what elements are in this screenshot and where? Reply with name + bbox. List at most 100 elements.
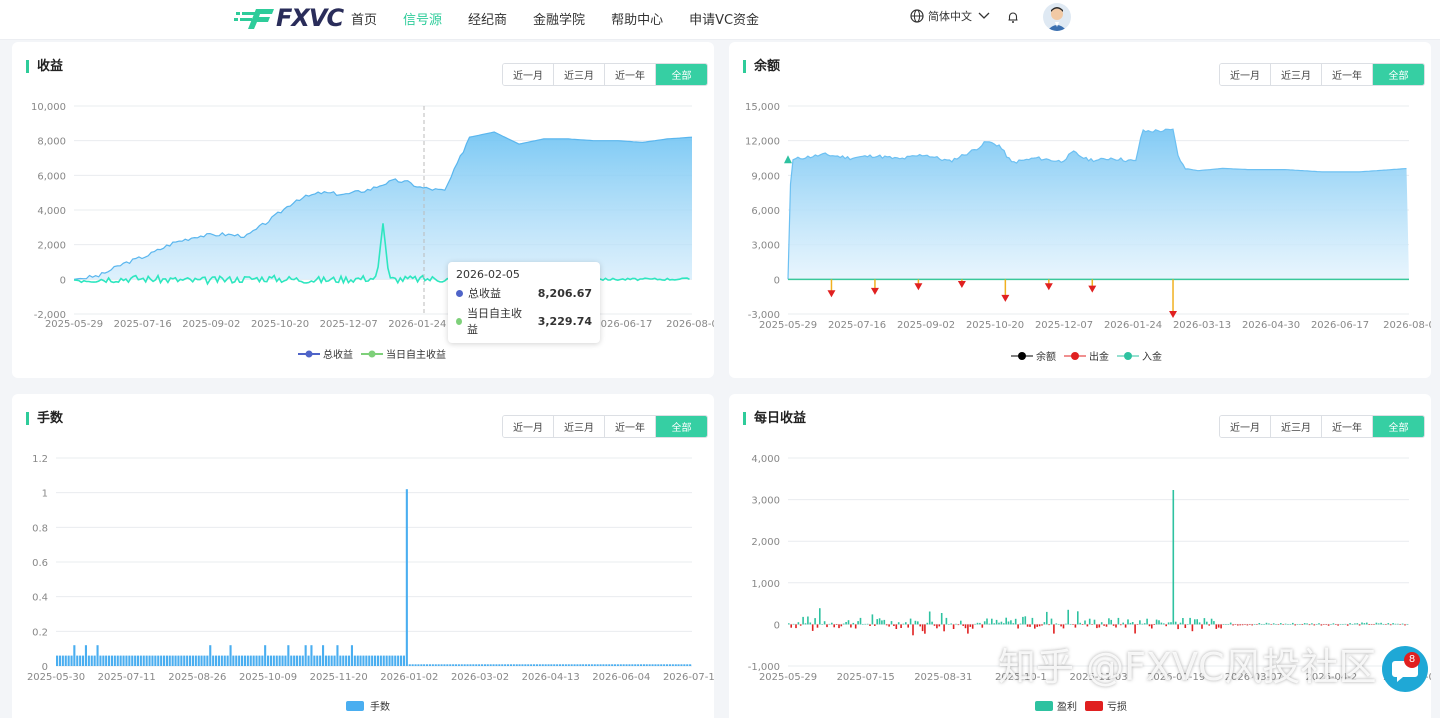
loss-bar bbox=[921, 624, 924, 632]
legend-item[interactable]: 亏损 bbox=[1085, 698, 1127, 713]
chat-button[interactable] bbox=[1382, 646, 1428, 692]
profit-bar bbox=[909, 618, 912, 625]
lots-bar bbox=[561, 664, 564, 666]
lots-chart[interactable]: 1.210.80.60.40.202025-05-30 2025-07-11 202… bbox=[12, 394, 714, 718]
lots-bar bbox=[498, 664, 501, 666]
profit-bar bbox=[809, 622, 812, 625]
y-tick-label: 1,000 bbox=[751, 579, 780, 590]
lots-bar bbox=[434, 664, 437, 666]
loss-bar bbox=[1086, 624, 1089, 627]
nav-signals[interactable]: 信号源 bbox=[403, 9, 442, 28]
loss-bar bbox=[1215, 624, 1218, 629]
lots-bar bbox=[674, 664, 677, 666]
profit-bar bbox=[1088, 618, 1091, 625]
lots-bar bbox=[507, 664, 510, 666]
lots-bar bbox=[463, 664, 466, 666]
nav-apply-funding[interactable]: 申请VC资金 bbox=[689, 9, 759, 28]
nav-brokers[interactable]: 经纪商 bbox=[468, 9, 507, 28]
lots-bar bbox=[362, 655, 365, 666]
lots-bar bbox=[677, 664, 680, 666]
legend-item[interactable]: 总收益 bbox=[298, 346, 353, 361]
legend-swatch-icon bbox=[1035, 700, 1053, 711]
lots-bar bbox=[194, 655, 197, 666]
profit-bar bbox=[988, 623, 991, 625]
loss-bar bbox=[1165, 624, 1167, 627]
lots-bar bbox=[400, 655, 403, 666]
lots-bar bbox=[634, 664, 637, 666]
lots-bar bbox=[564, 664, 567, 666]
profit-bar bbox=[862, 624, 864, 625]
lots-bar bbox=[269, 655, 272, 666]
loss-bar bbox=[957, 624, 960, 626]
profit-bar bbox=[1050, 618, 1053, 625]
balance-chart[interactable]: 15,00012,0009,0006,0003,0000-3,0002025-0… bbox=[729, 42, 1431, 378]
legend-item[interactable]: 入金 bbox=[1117, 348, 1162, 363]
lots-bar bbox=[680, 664, 683, 666]
profit-bar bbox=[1084, 620, 1086, 625]
profit-bar bbox=[881, 620, 883, 625]
loss-bar bbox=[1105, 624, 1108, 627]
fxvc-logo[interactable]: FXVC bbox=[234, 4, 344, 32]
x-tick-label: 2025-12-07 bbox=[1035, 320, 1093, 331]
lots-bar bbox=[611, 664, 614, 666]
lots-bar bbox=[212, 655, 215, 666]
loss-bar bbox=[1282, 624, 1284, 625]
nav-home[interactable]: 首页 bbox=[351, 9, 377, 28]
profit-bar bbox=[1258, 623, 1261, 625]
lots-bar bbox=[246, 655, 249, 666]
profit-chart[interactable]: 10,0008,0006,0004,0002,0000-2,0002025-05… bbox=[12, 42, 714, 378]
language-selector[interactable]: 简体中文 bbox=[910, 8, 995, 24]
loss-bar bbox=[874, 624, 876, 626]
loss-bar bbox=[869, 624, 871, 626]
loss-bar bbox=[840, 624, 843, 627]
lots-bar bbox=[310, 645, 313, 666]
lots-bar bbox=[322, 645, 325, 666]
legend-item[interactable]: 盈利 bbox=[1035, 698, 1077, 713]
profit-bar bbox=[902, 623, 905, 625]
withdraw-marker bbox=[1001, 294, 1010, 302]
y-tick-label: 10,000 bbox=[31, 102, 66, 113]
lots-bar bbox=[183, 655, 186, 666]
loss-bar bbox=[1115, 624, 1117, 628]
profit-bar bbox=[1375, 622, 1378, 625]
loss-bar bbox=[1301, 624, 1304, 625]
user-avatar[interactable] bbox=[1043, 3, 1071, 31]
loss-bar bbox=[919, 624, 921, 627]
loss-bar bbox=[1036, 624, 1038, 627]
profit-bar bbox=[1031, 617, 1034, 625]
loss-bar bbox=[885, 624, 888, 626]
chart-legend: 余额 出金 入金 bbox=[1007, 348, 1166, 363]
loss-bar bbox=[981, 624, 984, 628]
lots-bar bbox=[666, 664, 669, 666]
loss-bar bbox=[1074, 624, 1077, 628]
lots-bar bbox=[229, 645, 232, 666]
profit-bar bbox=[1363, 623, 1366, 625]
legend-item[interactable]: 余额 bbox=[1011, 348, 1056, 363]
loss-bar bbox=[1091, 624, 1093, 625]
profit-bar bbox=[1268, 623, 1270, 625]
lots-bar bbox=[131, 655, 134, 666]
lots-bar bbox=[446, 664, 449, 666]
legend-item[interactable]: 出金 bbox=[1064, 348, 1109, 363]
profit-bar bbox=[1275, 624, 1277, 625]
loss-bar bbox=[833, 624, 835, 628]
profit-bar bbox=[857, 621, 859, 625]
nav-academy[interactable]: 金融学院 bbox=[533, 9, 585, 28]
legend-item[interactable]: 当日自主收益 bbox=[361, 346, 446, 361]
lots-bar bbox=[605, 664, 608, 666]
x-tick-label: 2025-07-11 bbox=[98, 672, 156, 683]
loss-bar bbox=[1368, 624, 1370, 625]
legend-item[interactable]: 手数 bbox=[346, 698, 390, 713]
profit-bar bbox=[797, 622, 800, 625]
lots-bar bbox=[454, 664, 457, 666]
lots-bar bbox=[145, 655, 148, 666]
x-tick-label: 2026-06-17 bbox=[594, 319, 652, 330]
y-tick-label: 12,000 bbox=[745, 137, 780, 148]
lots-bar bbox=[466, 664, 469, 666]
profit-bar bbox=[802, 616, 804, 625]
nav-help[interactable]: 帮助中心 bbox=[611, 9, 663, 28]
lots-bar bbox=[579, 664, 582, 666]
loss-bar bbox=[1232, 624, 1234, 626]
bell-icon[interactable] bbox=[1006, 10, 1020, 24]
profit-bar bbox=[1012, 623, 1015, 625]
